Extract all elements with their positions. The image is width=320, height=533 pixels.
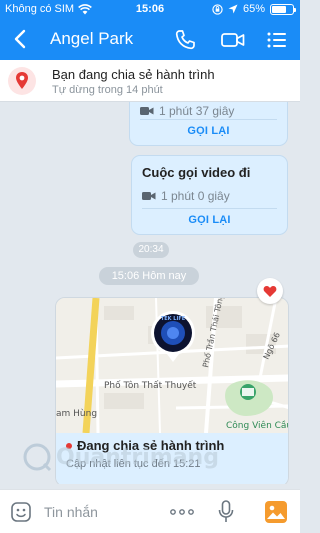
location-share-banner[interactable]: Bạn đang chia sẻ hành trình Tự dừng tron… [0, 60, 300, 102]
video-call-icon[interactable] [220, 28, 246, 52]
message-time-stamp: 20:34 [133, 242, 169, 258]
back-icon[interactable] [10, 27, 32, 51]
battery-percent: 65% [242, 3, 265, 15]
video-call-icon [140, 107, 154, 115]
microphone-icon[interactable] [218, 500, 234, 524]
map-street-label: Phố Tôn Thất Thuyết [104, 380, 197, 391]
map-park-label: Công Viên Cầu Giấy [226, 420, 289, 431]
watermark-text: Quantrimang [56, 444, 219, 470]
location-arrow-icon [228, 4, 238, 14]
call-duration-row: 1 phút 37 giây [140, 104, 234, 118]
heart-icon [263, 285, 277, 297]
react-heart-button[interactable] [257, 278, 283, 304]
gallery-icon[interactable] [264, 500, 288, 524]
location-share-title: Bạn đang chia sẻ hành trình [52, 67, 215, 82]
menu-icon[interactable] [266, 28, 288, 52]
call-duration: 1 phút 0 giây [161, 189, 230, 203]
location-pin-icon [8, 67, 36, 95]
more-icon[interactable] [170, 509, 194, 515]
sticker-icon[interactable] [10, 501, 32, 523]
rotation-lock-icon [212, 3, 223, 15]
location-share-subtitle: Tự dừng trong 14 phút [52, 84, 163, 96]
day-separator: 15:06 Hôm nay [99, 267, 199, 285]
call-back-button[interactable]: GỌI LẠI [132, 214, 287, 226]
call-message-bubble: 1 phút 37 giây GỌI LẠI [129, 102, 288, 146]
video-call-icon [142, 192, 156, 200]
call-duration-row: 1 phút 0 giây [142, 189, 230, 203]
chat-area[interactable]: 1 phút 37 giây GỌI LẠI Cuộc gọi video đi… [0, 102, 300, 484]
call-back-button[interactable]: GỌI LẠI [130, 125, 287, 137]
phone-icon[interactable] [173, 28, 197, 52]
watermark-logo-icon [23, 443, 52, 472]
map-preview[interactable]: TEK LIFE Phố Tôn Thất Thuyết am Hùng Côn… [56, 298, 289, 433]
battery-level [272, 5, 287, 13]
call-message-bubble: Cuộc gọi video đi 1 phút 0 giây GỌI LẠI [131, 155, 288, 235]
message-input-bar: Tin nhắn [0, 489, 300, 533]
bubble-divider [142, 208, 277, 209]
contact-name[interactable]: Angel Park [50, 29, 133, 49]
top-bar: Không có SIM 15:06 65% Angel Park [0, 0, 300, 60]
avatar-text: TEK LIFE [161, 316, 186, 322]
status-right-group: 65% [212, 3, 296, 15]
call-duration: 1 phút 37 giây [159, 104, 235, 118]
watermark: Quantrimang [22, 442, 219, 472]
bubble-divider [140, 119, 277, 120]
call-title: Cuộc gọi video đi [142, 165, 251, 180]
chat-header: Angel Park [0, 22, 300, 58]
message-input[interactable]: Tin nhắn [44, 504, 98, 520]
map-street-label: am Hùng [56, 409, 97, 419]
status-bar: Không có SIM 15:06 65% [0, 0, 300, 20]
battery-icon [270, 3, 296, 15]
